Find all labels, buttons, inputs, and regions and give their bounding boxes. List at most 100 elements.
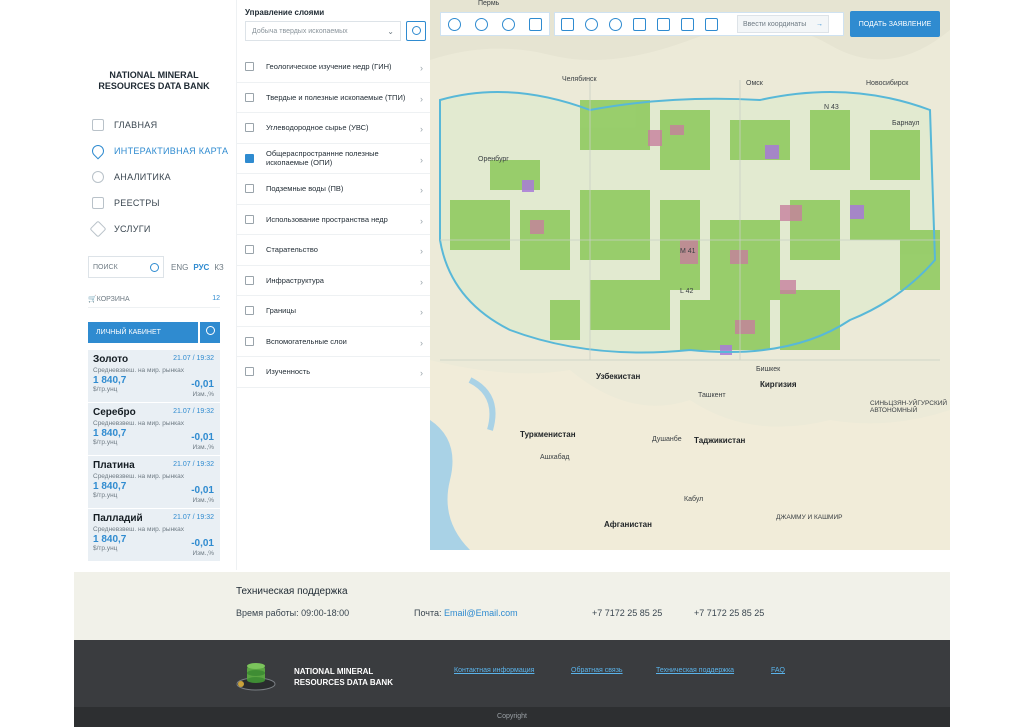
cart-link[interactable]: 🛒КОРЗИНА 12 bbox=[88, 290, 220, 308]
chevron-right-icon[interactable]: › bbox=[420, 338, 423, 348]
layer-search-button[interactable] bbox=[406, 21, 426, 41]
navigate-arrow-icon[interactable] bbox=[529, 17, 542, 31]
price-change: -0,01 bbox=[191, 538, 214, 549]
layer-checkbox[interactable] bbox=[245, 92, 254, 102]
download-icon[interactable] bbox=[681, 17, 694, 31]
ruler-icon[interactable] bbox=[633, 17, 646, 31]
layer-item[interactable]: Границы › bbox=[237, 296, 431, 327]
chevron-right-icon[interactable]: › bbox=[420, 368, 423, 378]
user-icon[interactable] bbox=[200, 322, 220, 343]
layer-item[interactable]: Изученность › bbox=[237, 357, 431, 388]
footer-link-support[interactable]: Техническая поддержка bbox=[656, 667, 734, 674]
layer-item[interactable]: Геологическое изучение недр (ГИН) › bbox=[237, 52, 431, 83]
cart-label: 🛒КОРЗИНА bbox=[88, 295, 130, 303]
layer-checkbox[interactable] bbox=[245, 336, 254, 346]
cart-count: 12 bbox=[212, 295, 220, 302]
lang-kz[interactable]: КЗ bbox=[214, 263, 223, 272]
layers-panel: Управление слоями Добыча твердых ископае… bbox=[236, 0, 431, 570]
submit-application-button[interactable]: ПОДАТЬ ЗАЯВЛЕНИЕ bbox=[850, 11, 940, 37]
layer-checkbox[interactable] bbox=[245, 367, 254, 377]
nav-item-analytics[interactable]: АНАЛИТИКА bbox=[92, 164, 232, 190]
upload-icon[interactable] bbox=[657, 17, 670, 31]
price-change: -0,01 bbox=[191, 432, 214, 443]
chevron-right-icon[interactable]: › bbox=[420, 277, 423, 287]
support-email-link[interactable]: Email@Email.com bbox=[444, 608, 518, 618]
layer-checkbox[interactable] bbox=[245, 306, 254, 316]
nav-label: АНАЛИТИКА bbox=[114, 172, 171, 182]
layer-item[interactable]: Старательство › bbox=[237, 235, 431, 266]
support-hours: Время работы: 09:00-18:00 bbox=[236, 608, 350, 618]
coordinates-input[interactable]: Ввести координаты → bbox=[737, 15, 829, 33]
support-bar: Техническая поддержка Время работы: 09:0… bbox=[74, 572, 950, 640]
chevron-right-icon[interactable]: › bbox=[420, 246, 423, 256]
cart-text: КОРЗИНА bbox=[96, 295, 130, 303]
footer-brand[interactable]: NATIONAL MINERAL RESOURCES DATA BANK bbox=[294, 666, 393, 688]
layer-checkbox[interactable] bbox=[245, 153, 254, 163]
support-phone-1[interactable]: +7 7172 25 85 25 bbox=[592, 608, 662, 618]
map-label-city: Бишкек bbox=[756, 366, 781, 373]
lang-rus[interactable]: РУС bbox=[193, 263, 209, 272]
layer-item[interactable]: Углеводородное сырье (УВС) › bbox=[237, 113, 431, 144]
filter-icon[interactable] bbox=[705, 17, 718, 31]
interactive-map[interactable]: Ввести координаты → ПОДАТЬ ЗАЯВЛЕНИЕ Пер… bbox=[430, 0, 950, 550]
layer-checkbox[interactable] bbox=[245, 214, 254, 224]
price-sub: Средневзвеш. на мир. рынках bbox=[93, 420, 185, 427]
search-input[interactable]: ПОИСК bbox=[88, 256, 164, 278]
footer-link-contacts[interactable]: Контактная информация bbox=[454, 667, 534, 674]
layer-checkbox[interactable] bbox=[245, 275, 254, 285]
support-mail: Почта: Email@Email.com bbox=[414, 608, 518, 618]
nav-label: УСЛУГИ bbox=[114, 224, 151, 234]
layer-label: Подземные воды (ПВ) bbox=[266, 184, 344, 194]
chevron-down-icon: ⌄ bbox=[387, 26, 394, 36]
layer-item[interactable]: Общераспространнне полезные ископаемые (… bbox=[237, 144, 431, 174]
nav-item-interactive-map[interactable]: ИНТЕРАКТИВНАЯ КАРТА bbox=[89, 138, 232, 164]
main-nav: ГЛАВНАЯ ИНТЕРАКТИВНАЯ КАРТА АНАЛИТИКА РЕ… bbox=[89, 112, 232, 242]
chevron-right-icon[interactable]: › bbox=[420, 155, 423, 165]
nav-item-home[interactable]: ГЛАВНАЯ bbox=[92, 112, 232, 138]
zoom-in-icon[interactable] bbox=[502, 17, 515, 31]
lang-eng[interactable]: ENG bbox=[171, 263, 188, 272]
layer-item[interactable]: Вспомогательные слои › bbox=[237, 327, 431, 357]
copyright: Copyright bbox=[74, 707, 950, 727]
layer-checkbox[interactable] bbox=[245, 123, 254, 133]
support-phone-2[interactable]: +7 7172 25 85 25 bbox=[694, 608, 764, 618]
brand-line-1: NATIONAL MINERAL bbox=[109, 70, 199, 80]
layer-item[interactable]: Инфраструктура › bbox=[237, 266, 431, 296]
route-icon[interactable] bbox=[561, 17, 574, 31]
map-marker-icon[interactable] bbox=[585, 17, 598, 31]
support-mail-label: Почта: bbox=[414, 608, 442, 618]
layer-item[interactable]: Подземные воды (ПВ) › bbox=[237, 174, 431, 205]
layer-checkbox[interactable] bbox=[245, 62, 254, 72]
chevron-right-icon[interactable]: › bbox=[420, 307, 423, 317]
nav-item-registries[interactable]: РЕЕСТРЫ bbox=[92, 190, 232, 216]
chevron-right-icon[interactable]: › bbox=[420, 63, 423, 73]
search-icon[interactable] bbox=[150, 262, 159, 272]
map-label-city: Омск bbox=[746, 80, 763, 87]
personal-cabinet-button[interactable]: ЛИЧНЫЙ КАБИНЕТ bbox=[88, 322, 198, 343]
layer-item[interactable]: Твердые и полезные ископаемые (ТПИ) › bbox=[237, 83, 431, 113]
layer-label: Твердые и полезные ископаемые (ТПИ) bbox=[266, 92, 406, 102]
layer-item[interactable]: Использование пространства недр › bbox=[237, 205, 431, 235]
zoom-out-icon[interactable] bbox=[475, 17, 488, 31]
price-sub: Средневзвеш. на мир. рынках bbox=[93, 367, 185, 374]
map-label-country: Туркменистан bbox=[520, 430, 576, 439]
chevron-right-icon[interactable]: › bbox=[420, 216, 423, 226]
footer-link-feedback[interactable]: Обратная связь bbox=[571, 667, 623, 674]
layer-checkbox[interactable] bbox=[245, 184, 254, 194]
footer-link-faq[interactable]: FAQ bbox=[771, 667, 785, 674]
chevron-right-icon[interactable]: › bbox=[420, 124, 423, 134]
pan-icon[interactable] bbox=[448, 17, 461, 31]
chevron-right-icon[interactable]: › bbox=[420, 185, 423, 195]
map-toolbar-tools: Ввести координаты → bbox=[554, 12, 844, 36]
nav-item-services[interactable]: УСЛУГИ bbox=[89, 216, 232, 242]
info-icon[interactable] bbox=[609, 17, 622, 31]
chevron-right-icon[interactable]: › bbox=[420, 94, 423, 104]
brand-title[interactable]: NATIONAL MINERAL RESOURCES DATA BANK bbox=[74, 70, 234, 92]
map-toolbar-navigation bbox=[440, 12, 550, 36]
layer-category-select[interactable]: Добыча твердых ископаемых ⌄ bbox=[245, 21, 401, 41]
price-card-silver: Серебро 21.07 / 19:32 Средневзвеш. на ми… bbox=[88, 403, 220, 455]
layer-checkbox[interactable] bbox=[245, 245, 254, 255]
arrow-right-icon[interactable]: → bbox=[816, 21, 823, 28]
layer-list: Геологическое изучение недр (ГИН) › Тверды… bbox=[237, 52, 431, 388]
nav-label: РЕЕСТРЫ bbox=[114, 198, 160, 208]
